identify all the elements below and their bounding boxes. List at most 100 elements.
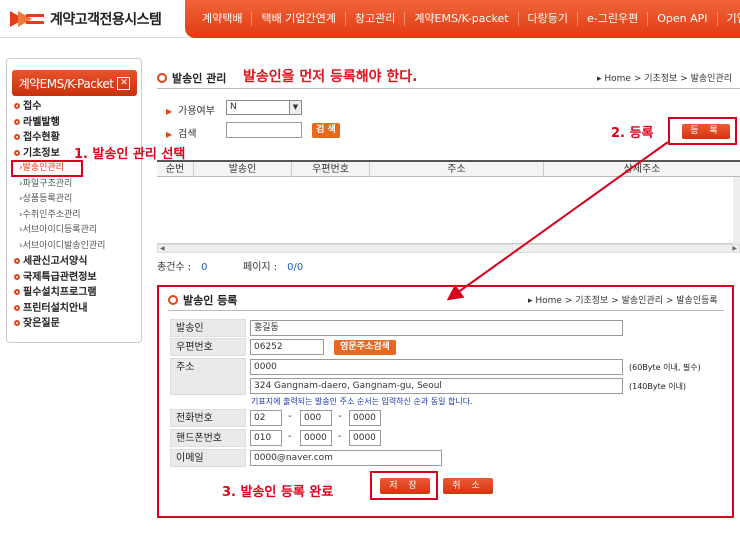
sidebar-item-label: 기초정보: [23, 147, 60, 159]
form-title-text: 발송인 등록: [183, 294, 238, 307]
phone-part3-input[interactable]: 0000: [349, 410, 381, 426]
sender-input[interactable]: 홍길동: [250, 320, 623, 336]
logo-icon: [10, 11, 44, 27]
nav-item[interactable]: 택배 기업간연계: [251, 12, 344, 26]
sidebar-item[interactable]: 라벨발행: [14, 115, 139, 131]
logo-text: 계약고객전용시스템: [50, 12, 162, 28]
bullet-icon: [14, 149, 20, 156]
sidebar-subitem[interactable]: ›서브아이디등록관리: [14, 223, 139, 239]
phone-part1-input[interactable]: 02: [250, 410, 282, 426]
sidebar-item-label: 세관신고서양식: [23, 256, 88, 267]
phone-label: 전화번호: [170, 409, 246, 427]
arrow-right-icon: ▶: [166, 130, 173, 139]
search-input[interactable]: [226, 122, 302, 138]
list-section-title: 발송인 관리: [157, 70, 226, 86]
phone-part2-input[interactable]: 000: [300, 410, 332, 426]
sidebar-menu: 접수 라벨발행 접수현황 기초정보 ›발송인관리 ›파일구조관리 ›상품등록관리 ›수취인주소…: [14, 99, 139, 332]
table-body: [157, 177, 733, 244]
mobile-dash: -: [288, 431, 292, 442]
sidebar-item[interactable]: 접수: [14, 99, 139, 115]
mobile-part2-input[interactable]: 0000: [300, 430, 332, 446]
divider: [157, 88, 740, 89]
nav-item[interactable]: 창고관리: [344, 12, 404, 26]
warning-note: 발송인을 먼저 등록해야 한다.: [243, 69, 418, 85]
nav-item[interactable]: 계약EMS/K-packet: [404, 12, 517, 26]
sidebar-subitem-label: 서브아이디발송인관리: [22, 240, 106, 251]
address-label: 주소: [170, 358, 246, 395]
cancel-button[interactable]: 취 소: [443, 478, 493, 494]
sidebar-item[interactable]: 세관신고서양식: [14, 254, 139, 270]
postcode-label: 우편번호: [170, 338, 246, 356]
arrow-right-icon: ▶: [166, 107, 173, 116]
sidebar-item-label: 국제특급관련정보: [23, 271, 97, 283]
mobile-part1-input[interactable]: 010: [250, 430, 282, 446]
sidebar-subitem-label: 수취인주소관리: [22, 209, 81, 220]
address-detail-hint: (140Byte 이내): [629, 382, 687, 391]
column-header[interactable]: 우편번호: [292, 162, 370, 177]
column-header[interactable]: 상세주소: [544, 162, 740, 177]
sidebar-subitem[interactable]: ›상품등록관리: [14, 192, 139, 208]
nav-item[interactable]: e-그린우편: [577, 12, 647, 26]
bullet-icon: [14, 304, 20, 311]
sidebar-item[interactable]: 필수설치프로그램: [14, 285, 139, 301]
address-detail-input[interactable]: 324 Gangnam-daero, Gangnam-gu, Seoul: [250, 378, 623, 394]
column-header[interactable]: 발송인: [194, 162, 292, 177]
sidebar-item-label: 필수설치프로그램: [23, 287, 97, 298]
filter-use-label: ▶ 가용여부: [166, 106, 215, 117]
sidebar-item-label: 잦은질문: [23, 318, 60, 329]
total-count: 총건수 :0: [157, 262, 208, 273]
sidebar-item[interactable]: 잦은질문: [14, 316, 139, 332]
form-breadcrumb: ▸ Home > 기초정보 > 발송인관리 > 발송인등록: [528, 296, 718, 306]
bullet-icon: [14, 273, 20, 280]
nav-item[interactable]: Open API: [647, 12, 716, 26]
sidebar-title-label: 계약EMS/K-Packet: [18, 76, 114, 91]
use-status-select[interactable]: N ▼: [226, 100, 302, 115]
mobile-part3-input[interactable]: 0000: [349, 430, 381, 446]
vertical-scrollbar[interactable]: [733, 177, 740, 244]
logo[interactable]: 계약고객전용시스템: [8, 7, 162, 31]
page: 계약고객전용시스템 계약택배 택배 기업간연계 창고관리 계약EMS/K-packet…: [0, 0, 740, 542]
page-indicator: 페이지 :0/0: [243, 262, 304, 273]
top-bar: 계약고객전용시스템 계약택배 택배 기업간연계 창고관리 계약EMS/K-packet…: [0, 0, 740, 38]
scroll-left-icon[interactable]: ◀: [160, 245, 165, 252]
breadcrumb: ▸ Home > 기초정보 > 발송인관리: [597, 74, 733, 84]
nav-item[interactable]: 다량등기: [517, 12, 577, 26]
nav-item[interactable]: 계약택배: [193, 12, 251, 26]
sidebar-subitem-label: 상품등록관리: [22, 194, 73, 204]
bullet-icon: [14, 289, 20, 295]
main-nav: 계약택배 택배 기업간연계 창고관리 계약EMS/K-packet 다량등기 e-그린우편…: [185, 0, 740, 38]
address-input[interactable]: 0000: [250, 359, 623, 375]
sidebar-item-label: 접수현황: [23, 132, 60, 143]
postcode-input[interactable]: 06252: [250, 339, 324, 355]
sidebar-subitem[interactable]: ›파일구조관리: [14, 177, 139, 193]
annotation-step3: 3. 발송인 등록 완료: [222, 485, 334, 500]
sidebar-item-label: 프린터설치안내: [23, 302, 88, 314]
list-section-title-text: 발송인 관리: [172, 72, 227, 85]
sidebar-item[interactable]: 프린터설치안내: [14, 301, 139, 317]
horizontal-scrollbar[interactable]: ◀ ▶: [157, 244, 740, 253]
close-box-icon[interactable]: ✕: [117, 76, 131, 90]
bullet-icon: [14, 103, 20, 109]
bullet-icon: [14, 134, 20, 140]
sidebar-subitem[interactable]: ›수취인주소관리: [14, 208, 139, 224]
sidebar-item[interactable]: 국제특급관련정보: [14, 270, 139, 286]
email-input[interactable]: 0000@naver.com: [250, 450, 442, 466]
mobile-dash: -: [338, 431, 342, 442]
sidebar-subitem[interactable]: ›서브아이디발송인관리: [14, 239, 139, 255]
column-header[interactable]: 순번: [157, 162, 194, 177]
section-bullet-icon: [157, 73, 167, 83]
bullet-icon: [14, 258, 20, 264]
scroll-right-icon[interactable]: ▶: [732, 245, 737, 252]
sidebar-item-label: 라벨발행: [23, 116, 60, 128]
english-address-search-button[interactable]: 영문주소검색: [334, 340, 396, 355]
bullet-icon: [14, 118, 20, 125]
filter-search-label: ▶ 검색: [166, 129, 197, 140]
sidebar: 계약EMS/K-Packet ✕ 접수 라벨발행 접수현황 기초정보 ›발송인관리 ›파일…: [6, 58, 142, 343]
sidebar-title[interactable]: 계약EMS/K-Packet ✕: [12, 70, 137, 96]
search-button[interactable]: 검 색: [312, 123, 340, 138]
chevron-down-icon: ▼: [289, 101, 301, 114]
address-order-note: 기표지에 출력되는 발송인 주소 순서는 입력하신 순과 동일 합니다.: [251, 397, 473, 406]
column-header[interactable]: 주소: [370, 162, 544, 177]
address-hint: (60Byte 이내, 필수): [629, 363, 701, 372]
nav-item[interactable]: 기업물류: [716, 12, 740, 26]
